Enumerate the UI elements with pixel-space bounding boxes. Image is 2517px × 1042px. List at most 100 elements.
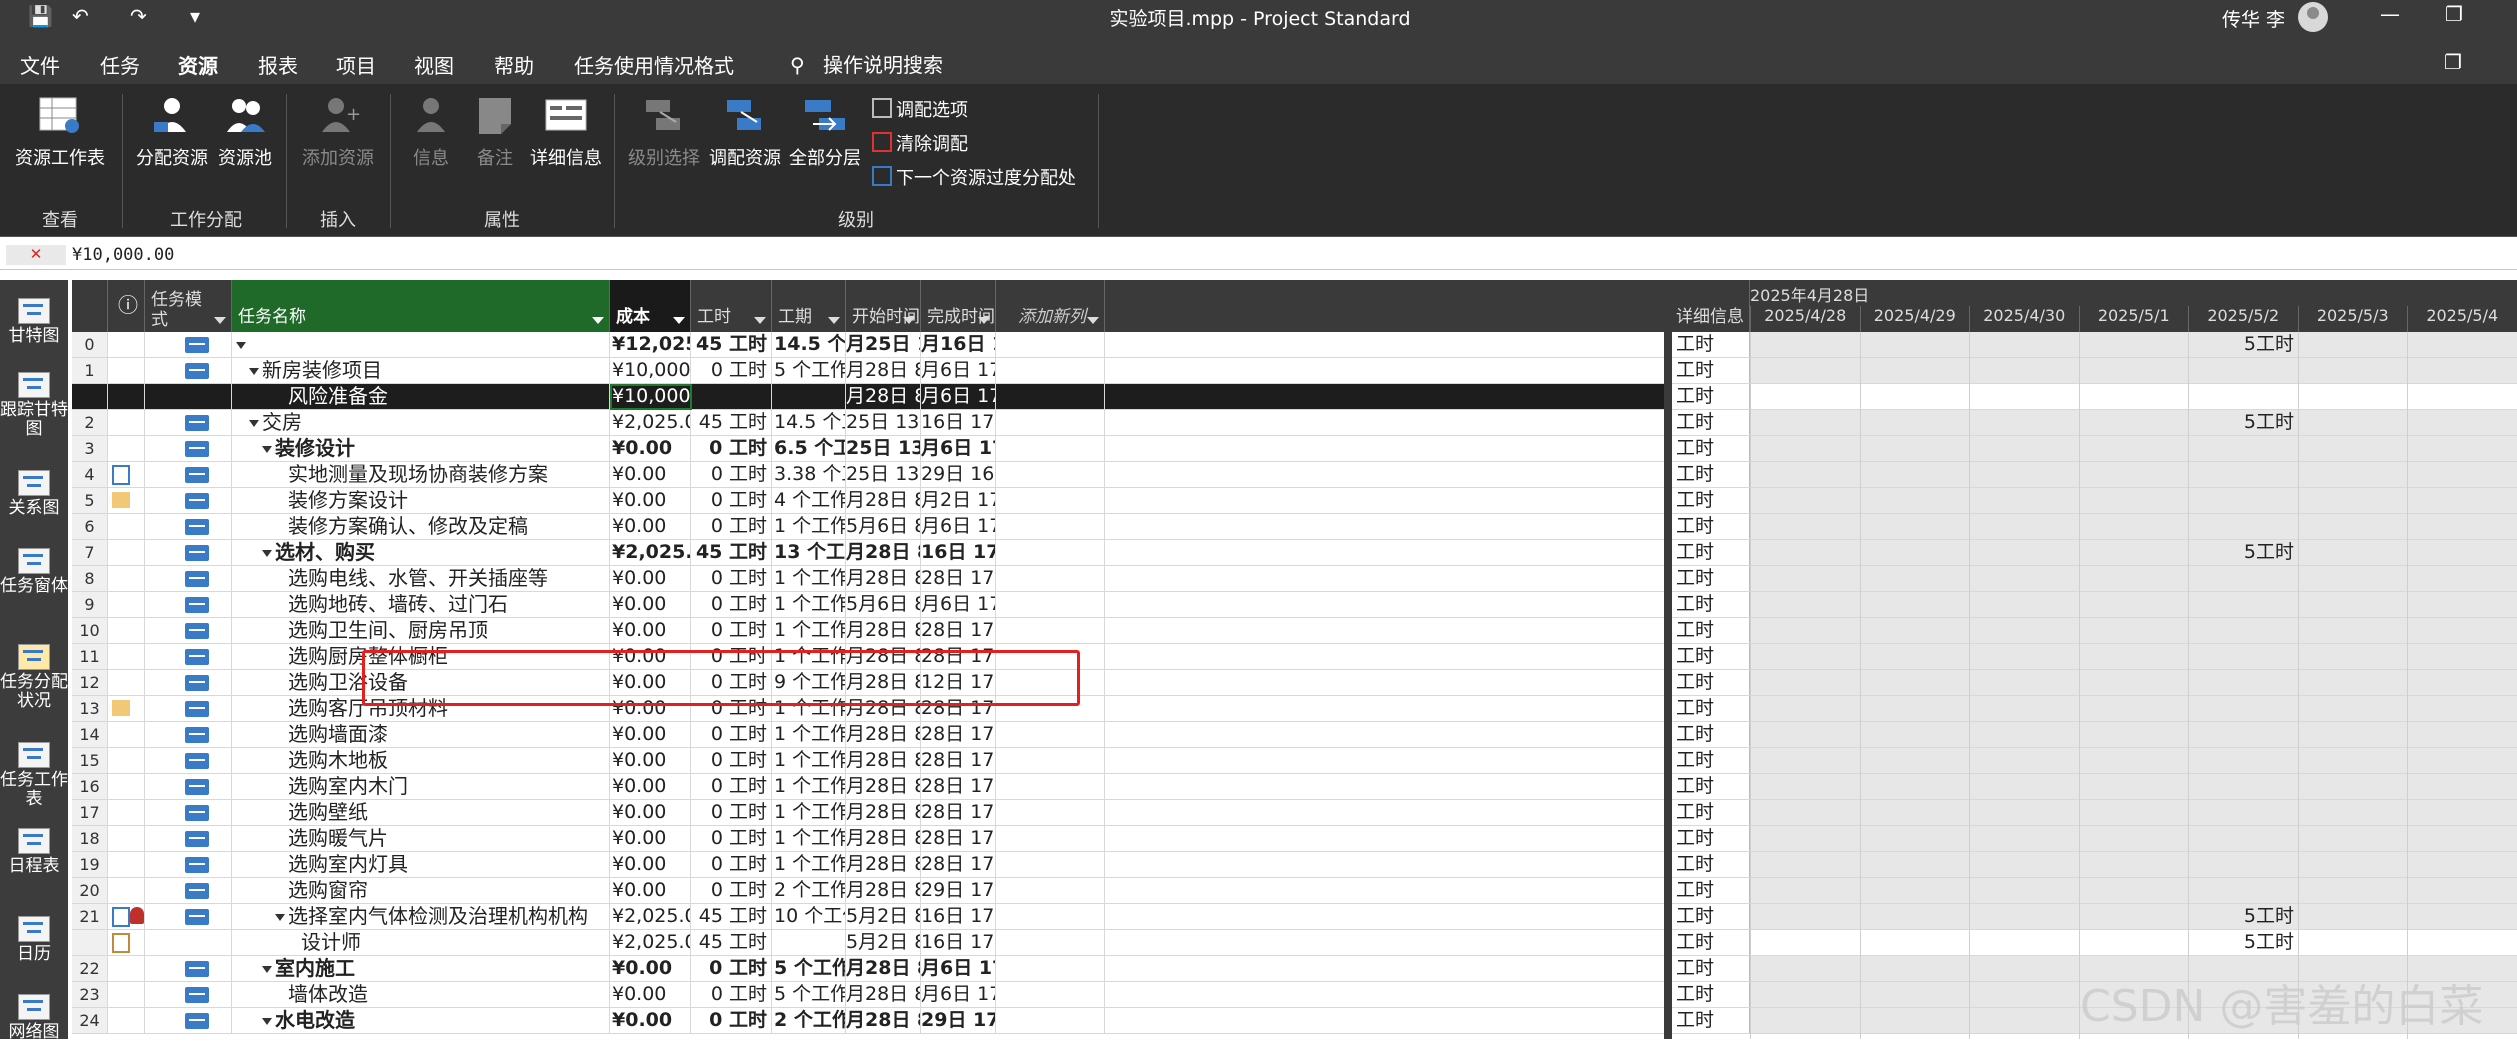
work-value[interactable]: 5工时 — [2188, 332, 2298, 357]
timephased-cells[interactable] — [1750, 592, 2517, 617]
timephased-cells[interactable] — [1750, 618, 2517, 643]
table-row[interactable]: 22 室内施工¥0.000 工时5 个工作日月28日 8:00月6日 17:00 — [72, 956, 1664, 982]
start-cell[interactable]: 月28日 8:00 — [846, 956, 921, 981]
task-mode-cell[interactable] — [145, 618, 232, 643]
header-add-new-column[interactable]: 添加新列 — [996, 280, 1105, 332]
task-name-cell[interactable]: 实地测量及现场协商装修方案 — [232, 462, 610, 487]
add-new-cell[interactable] — [996, 852, 1105, 877]
chevron-down-icon[interactable] — [754, 317, 766, 324]
header-duration[interactable]: 工期 — [772, 280, 846, 332]
task-mode-cell[interactable] — [145, 592, 232, 617]
finish-cell[interactable]: 29日 17:00 — [921, 1008, 996, 1033]
clear-leveling-button[interactable]: 清除调配 — [872, 130, 968, 156]
timephased-cells[interactable] — [1750, 748, 2517, 773]
table-row[interactable]: 7 选材、购买¥2,025.0045 工时13 个工作日月28日 8:0016日 … — [72, 540, 1664, 566]
task-name-cell[interactable]: 选购地砖、墙砖、过门石 — [232, 592, 610, 617]
work-cell[interactable]: 0 工时 — [691, 618, 772, 643]
chevron-down-icon[interactable] — [1087, 317, 1099, 324]
duration-cell[interactable]: 1 个工作日 — [772, 722, 846, 747]
table-row[interactable]: 14 选购墙面漆¥0.000 工时1 个工作日月28日 8:0028日 17:00 — [72, 722, 1664, 748]
task-name-cell[interactable]: 装修方案设计 — [232, 488, 610, 513]
timephased-cells[interactable] — [1750, 514, 2517, 539]
finish-cell[interactable]: 月6日 17:00 — [921, 514, 996, 539]
cost-cell[interactable]: ¥0.00 — [610, 956, 691, 981]
row-id[interactable]: 19 — [72, 852, 108, 877]
finish-cell[interactable]: 月6日 17:00 — [921, 384, 996, 409]
table-row[interactable]: 20 选购窗帘¥0.000 工时2 个工作日月28日 8:0029日 17:00 — [72, 878, 1664, 904]
customize-quick-access-icon[interactable]: ▾ — [190, 4, 200, 28]
resource-pool-button[interactable]: 资源池 — [212, 94, 278, 170]
duration-cell[interactable]: 2 个工作日 — [772, 878, 846, 903]
timephased-row[interactable]: 工时 — [1672, 358, 2517, 384]
indicators-cell[interactable] — [108, 488, 145, 513]
start-cell[interactable]: 月28日 8:00 — [846, 748, 921, 773]
duration-cell[interactable]: 1 个工作日 — [772, 826, 846, 851]
table-row[interactable]: 4 实地测量及现场协商装修方案¥0.000 工时3.38 个工作日25日 13:0… — [72, 462, 1664, 488]
row-id[interactable]: 7 — [72, 540, 108, 565]
task-mode-cell[interactable] — [145, 852, 232, 877]
finish-cell[interactable]: 29日 17:00 — [921, 878, 996, 903]
row-id[interactable] — [72, 384, 108, 409]
timephased-row[interactable]: 工时 — [1672, 592, 2517, 618]
task-name-cell[interactable]: 选购室内木门 — [232, 774, 610, 799]
row-id[interactable]: 4 — [72, 462, 108, 487]
task-name-cell[interactable]: 选购墙面漆 — [232, 722, 610, 747]
start-cell[interactable]: 25日 13:00 — [846, 462, 921, 487]
collapse-icon[interactable] — [249, 420, 259, 427]
task-name-cell[interactable]: 选购壁纸 — [232, 800, 610, 825]
task-mode-cell[interactable] — [145, 436, 232, 461]
chevron-down-icon[interactable] — [978, 317, 990, 324]
work-cell[interactable]: 0 工时 — [691, 514, 772, 539]
finish-cell[interactable]: 16日 17:00 — [921, 904, 996, 929]
timephased-cells[interactable] — [1750, 670, 2517, 695]
table-row[interactable]: 6 装修方案确认、修改及定稿¥0.000 工时1 个工作日5月6日 8:00月6日… — [72, 514, 1664, 540]
table-row[interactable]: 21 选择室内气体检测及治理机构机构¥2,025.0045 工时10 个工作日5月… — [72, 904, 1664, 930]
table-row[interactable]: 3 装修设计¥0.000 工时6.5 个工作日25日 13:00月6日 17:00 — [72, 436, 1664, 462]
row-id[interactable]: 17 — [72, 800, 108, 825]
save-icon[interactable]: 💾 — [28, 4, 53, 28]
task-mode-cell[interactable] — [145, 384, 232, 409]
timephased-cells[interactable] — [1750, 410, 2517, 435]
indicators-cell[interactable] — [108, 644, 145, 669]
row-id[interactable]: 10 — [72, 618, 108, 643]
row-id[interactable] — [72, 930, 108, 955]
start-cell[interactable]: 月28日 8:00 — [846, 358, 921, 383]
cost-cell[interactable]: ¥0.00 — [610, 852, 691, 877]
timephased-cells[interactable] — [1750, 384, 2517, 409]
header-cost[interactable]: 成本 — [610, 280, 691, 332]
finish-cell[interactable]: 16日 17:00 — [921, 930, 996, 955]
table-row[interactable]: 2 交房¥2,025.0045 工时14.5 个工作日25日 13:0016日 1… — [72, 410, 1664, 436]
task-mode-cell[interactable] — [145, 722, 232, 747]
indicators-cell[interactable] — [108, 956, 145, 981]
timephased-cells[interactable] — [1750, 930, 2517, 955]
task-name-cell[interactable]: 选择室内气体检测及治理机构机构 — [232, 904, 610, 929]
row-id[interactable]: 14 — [72, 722, 108, 747]
duration-cell[interactable]: 4 个工作日 — [772, 488, 846, 513]
table-row[interactable]: 1 新房装修项目¥10,000.000 工时5 个工作日月28日 8:00月6日 … — [72, 358, 1664, 384]
add-new-cell[interactable] — [996, 722, 1105, 747]
work-cell[interactable]: 45 工时 — [691, 332, 772, 357]
leveling-options-button[interactable]: 调配选项 — [872, 96, 968, 122]
indicators-cell[interactable] — [108, 800, 145, 825]
timescale-day[interactable]: 2025/4/28 — [1750, 306, 1860, 332]
timephased-row[interactable]: 工时 — [1672, 722, 2517, 748]
start-cell[interactable]: 月28日 8:00 — [846, 488, 921, 513]
cost-cell[interactable]: ¥0.00 — [610, 748, 691, 773]
table-row[interactable]: 8 选购电线、水管、开关插座等¥0.000 工时1 个工作日月28日 8:0028… — [72, 566, 1664, 592]
table-row[interactable]: 18 选购暖气片¥0.000 工时1 个工作日月28日 8:0028日 17:00 — [72, 826, 1664, 852]
indicators-cell[interactable] — [108, 904, 145, 929]
indicators-cell[interactable] — [108, 670, 145, 695]
timephased-row[interactable]: 工时 — [1672, 436, 2517, 462]
work-cell[interactable]: 0 工时 — [691, 1008, 772, 1033]
row-id[interactable]: 3 — [72, 436, 108, 461]
collapse-icon[interactable] — [262, 1018, 272, 1025]
timescale-day[interactable]: 2025/5/3 — [2297, 306, 2408, 332]
timescale-day[interactable]: 2025/5/4 — [2407, 306, 2517, 332]
timephased-row[interactable]: 工时 — [1672, 488, 2517, 514]
task-mode-cell[interactable] — [145, 826, 232, 851]
work-cell[interactable]: 45 工时 — [691, 410, 772, 435]
add-new-cell[interactable] — [996, 904, 1105, 929]
finish-cell[interactable]: 28日 17:00 — [921, 748, 996, 773]
cost-cell[interactable]: ¥0.00 — [610, 462, 691, 487]
view-gantt-chart[interactable]: 甘特图 — [0, 298, 68, 346]
